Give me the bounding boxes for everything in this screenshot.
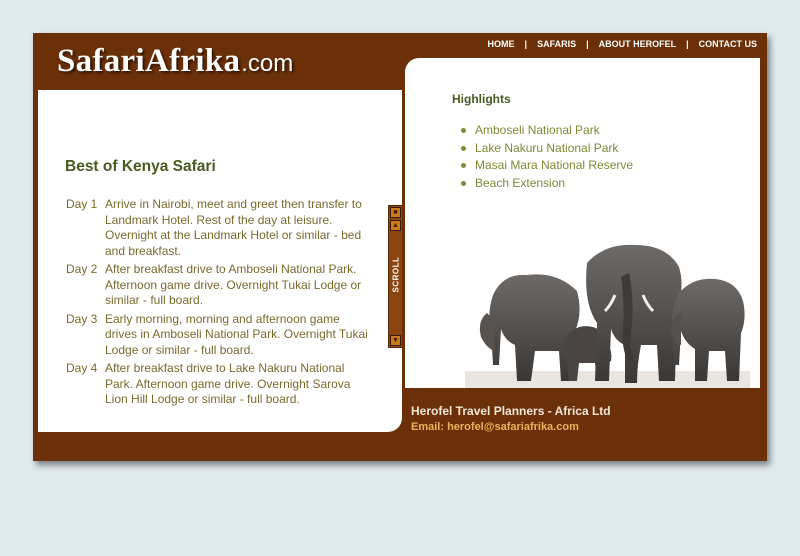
bullet-icon — [461, 128, 466, 133]
day-label: Day 4 — [66, 361, 98, 375]
day-description: After breakfast drive to Amboseli Nation… — [105, 262, 362, 307]
logo-wordmark: SafariAfrika — [57, 43, 241, 79]
itinerary-day: Day 3 Early morning, morning and afterno… — [66, 312, 372, 359]
highlight-label: Beach Extension — [475, 175, 566, 190]
header: SafariAfrika .com — [33, 33, 401, 89]
itinerary-day: Day 1 Arrive in Nairobi, meet and greet … — [66, 197, 372, 259]
top-navigation: HOME | SAFARIS | ABOUT HEROFEL | CONTACT… — [488, 39, 757, 49]
scroll-top-button[interactable]: ■ — [390, 207, 401, 218]
nav-separator: | — [524, 39, 528, 49]
elephant-left — [479, 274, 580, 381]
highlight-item: Lake Nakuru National Park — [461, 140, 633, 158]
footer-company-name: Herofel Travel Planners - Africa Ltd — [411, 404, 611, 418]
highlights-heading: Highlights — [452, 92, 511, 106]
footer: Herofel Travel Planners - Africa Ltd Ema… — [399, 388, 767, 461]
scroll-label: SCROLL — [391, 256, 401, 293]
itinerary-list[interactable]: Day 1 Arrive in Nairobi, meet and greet … — [66, 197, 372, 421]
nav-contact-link[interactable]: CONTACT US — [699, 39, 757, 49]
site-frame: SafariAfrika .com HOME | SAFARIS | ABOUT… — [33, 33, 767, 461]
bullet-icon — [461, 145, 466, 151]
highlights-list: Amboseli National Park Lake Nakuru Natio… — [461, 122, 633, 192]
scroll-up-arrow-icon[interactable]: ▲ — [390, 220, 401, 231]
elephant-right — [670, 278, 745, 381]
nav-about-link[interactable]: ABOUT HEROFEL — [599, 39, 677, 49]
highlight-label: Amboseli National Park — [475, 123, 600, 137]
itinerary-day: Day 4 After breakfast drive to Lake Naku… — [66, 361, 372, 408]
bullet-icon — [461, 163, 466, 168]
itinerary-panel: Best of Kenya Safari Day 1 Arrive in Nai… — [38, 90, 402, 432]
itinerary-day: Day 2 After breakfast drive to Amboseli … — [66, 262, 372, 309]
itinerary-scrollbar[interactable]: ■ ▲ SCROLL ▼ — [388, 205, 402, 348]
nav-separator: | — [586, 39, 589, 49]
day-description: Early morning, morning and afternoon gam… — [105, 311, 368, 357]
day-label: Day 2 — [66, 262, 98, 276]
footer-email-link[interactable]: Email: herofel@safariafrika.com — [411, 421, 579, 433]
nav-safaris-link[interactable]: SAFARIS — [537, 39, 576, 49]
highlight-item: Amboseli National Park — [461, 122, 633, 140]
day-label: Day 1 — [66, 197, 98, 211]
nav-separator: | — [686, 39, 689, 49]
bullet-icon — [461, 180, 466, 186]
highlights-panel: Highlights Amboseli National Park Lake N… — [405, 58, 760, 388]
highlight-label: Masai Mara National Reserve — [475, 158, 634, 172]
nav-home-link[interactable]: HOME — [488, 39, 515, 49]
day-description: Arrive in Nairobi, meet and greet then t… — [105, 197, 362, 258]
scroll-down-arrow-icon[interactable]: ▼ — [390, 335, 401, 346]
highlight-item: Masai Mara National Reserve — [461, 157, 633, 175]
elephant-herd-photo — [465, 244, 750, 388]
highlight-label: Lake Nakuru National Park — [475, 140, 619, 155]
day-description: After breakfast drive to Lake Nakuru Nat… — [105, 361, 351, 406]
highlight-item: Beach Extension — [461, 175, 633, 193]
logo-tld: .com — [241, 50, 294, 77]
day-label: Day 3 — [66, 311, 98, 326]
elephant-center — [586, 244, 682, 383]
site-logo[interactable]: SafariAfrika .com — [57, 43, 293, 83]
page-title: Best of Kenya Safari — [65, 158, 216, 175]
